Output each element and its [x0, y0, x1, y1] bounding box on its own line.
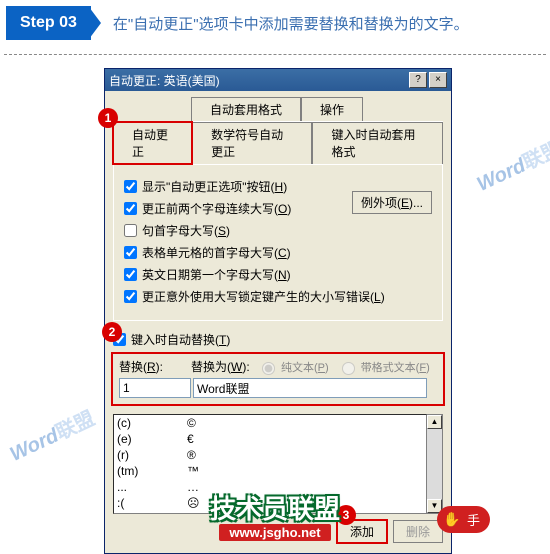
dialog-title: 自动更正: 英语(美国): [109, 72, 407, 89]
check-two-caps-label: 更正前两个字母连续大写(O): [142, 200, 291, 217]
check-show-button-label: 显示"自动更正选项"按钮(H): [142, 178, 287, 195]
check-table-cell-cap[interactable]: [124, 246, 137, 259]
check-weekday-cap[interactable]: [124, 268, 137, 281]
radio-formatted-text: 带格式文本(F): [337, 359, 430, 375]
check-sentence-cap[interactable]: [124, 224, 137, 237]
table-row: (r)®: [114, 447, 426, 463]
titlebar[interactable]: 自动更正: 英语(美国) ? ×: [105, 69, 451, 91]
brand-url: www.jsgho.net: [219, 524, 330, 541]
check-table-cell-cap-label: 表格单元格的首字母大写(C): [142, 244, 291, 261]
scroll-up-icon[interactable]: ▲: [427, 415, 442, 429]
brand-main: 技术员联盟: [210, 489, 340, 526]
tab-autocorrect[interactable]: 自动更正: [113, 122, 192, 164]
instruction-text: 在"自动更正"选项卡中添加需要替换和替换为的文字。: [113, 13, 469, 34]
radio-plain-text: 纯文本(P): [257, 359, 329, 375]
check-two-caps[interactable]: [124, 202, 137, 215]
watermark-left: Word联盟: [4, 402, 98, 467]
table-row: (c)©: [114, 415, 426, 431]
watermark-right: Word联盟: [471, 132, 550, 197]
input-with[interactable]: [193, 378, 427, 398]
check-capslock-label: 更正意外使用大写锁定键产生的大小写错误(L): [142, 288, 385, 305]
check-weekday-cap-label: 英文日期第一个字母大写(N): [142, 266, 291, 283]
check-show-button[interactable]: [124, 180, 137, 193]
step-badge: Step 03: [6, 6, 91, 40]
tab-actions[interactable]: 操作: [301, 97, 363, 121]
check-sentence-cap-label: 句首字母大写(S): [142, 222, 230, 239]
exceptions-button[interactable]: 例外项(E)...: [352, 191, 432, 214]
divider: [4, 54, 546, 55]
help-button[interactable]: ?: [409, 72, 427, 88]
check-capslock[interactable]: [124, 290, 137, 303]
tab-math-autocorrect[interactable]: 数学符号自动更正: [192, 122, 312, 164]
annotation-1: 1: [98, 108, 118, 128]
table-row: (e)€: [114, 431, 426, 447]
footer-brand: 技术员联盟 www.jsgho.net: [0, 489, 550, 541]
autocorrect-dialog: 自动更正: 英语(美国) ? × 自动套用格式 操作 自动更正 数学符号自动更正…: [104, 68, 452, 554]
close-button[interactable]: ×: [429, 72, 447, 88]
label-replace: 替换(R):: [119, 358, 191, 375]
tab-autoformat-typing[interactable]: 键入时自动套用格式: [312, 122, 443, 164]
tab-autoformat[interactable]: 自动套用格式: [191, 97, 301, 121]
label-with: 替换为(W):: [191, 358, 257, 375]
replace-section: 替换(R): 替换为(W): 纯文本(P) 带格式文本(F): [113, 354, 443, 404]
annotation-2: 2: [102, 322, 122, 342]
table-row: (tm)™: [114, 463, 426, 479]
input-replace[interactable]: [119, 378, 191, 398]
check-replace-as-type-label: 键入时自动替换(T): [131, 331, 230, 348]
